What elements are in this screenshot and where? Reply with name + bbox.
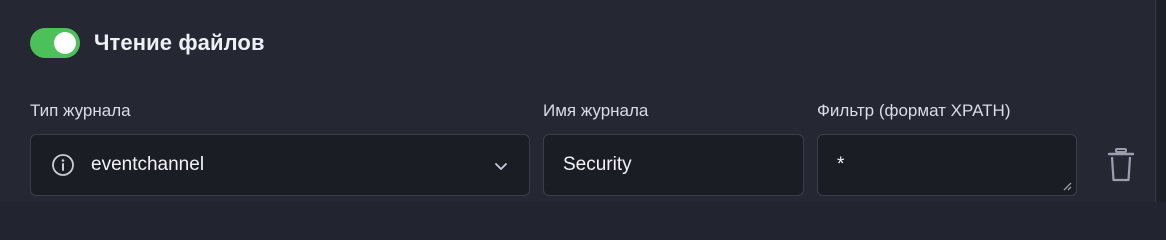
scroll-gutter xyxy=(1157,0,1166,202)
toggle-knob xyxy=(54,32,76,54)
delete-button[interactable] xyxy=(1102,145,1140,185)
log-type-value: eventchannel xyxy=(91,154,205,175)
log-name-value: Security xyxy=(563,154,632,175)
filter-value: * xyxy=(837,154,845,175)
section-header: Чтение файлов xyxy=(30,26,265,60)
log-type-select[interactable]: eventchannel xyxy=(30,134,530,196)
filter-textarea[interactable]: * xyxy=(817,134,1077,196)
file-reading-panel: Чтение файлов Тип журнала Имя журнала Фи… xyxy=(0,0,1156,202)
info-icon[interactable] xyxy=(51,153,75,177)
log-type-label: Тип журнала xyxy=(30,101,131,120)
filter-label: Фильтр (формат XPATH) xyxy=(817,101,1011,120)
section-title: Чтение файлов xyxy=(94,30,265,55)
log-name-input[interactable]: Security xyxy=(543,134,804,196)
trash-icon xyxy=(1107,148,1135,182)
log-name-label: Имя журнала xyxy=(543,101,649,120)
chevron-down-icon[interactable] xyxy=(493,158,509,174)
resize-handle-icon[interactable] xyxy=(1062,181,1072,191)
enable-toggle[interactable] xyxy=(30,28,80,58)
